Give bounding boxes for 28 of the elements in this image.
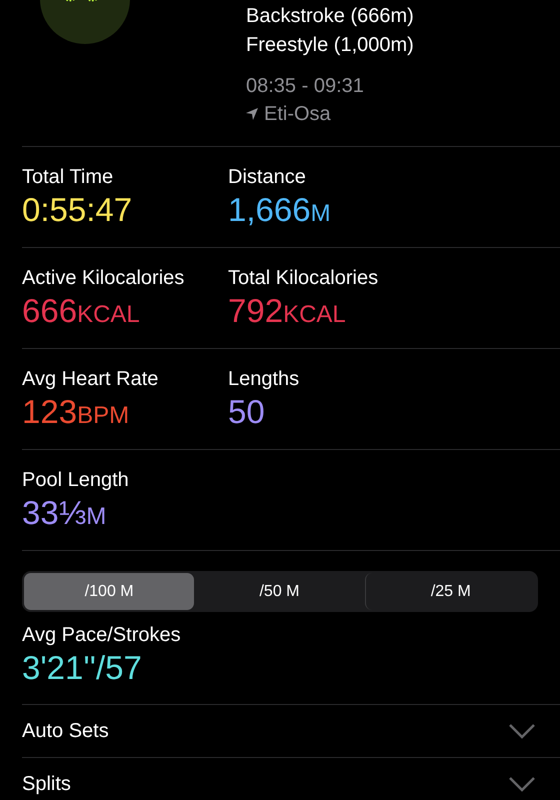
metric-value: 123BPM	[22, 392, 130, 432]
metric-value: 3'21''/57	[22, 648, 142, 688]
metric-value: 1,666M	[228, 190, 331, 230]
metric-label: Pool Length	[22, 468, 129, 493]
section-row[interactable]: Auto Sets	[22, 705, 560, 758]
metric-label: Distance	[228, 165, 306, 190]
metric-label: Avg Heart Rate	[22, 367, 158, 392]
stroke-summary: Freestyle (1,000m)	[246, 33, 414, 58]
stroke-summary: Backstroke (666m)	[246, 4, 414, 29]
location-arrow-icon	[246, 108, 258, 120]
metric-label: Total Time	[22, 165, 114, 190]
metric-label: Lengths	[228, 367, 300, 392]
segment-tab[interactable]: /50 M	[194, 573, 365, 610]
section-title: Splits	[22, 772, 71, 797]
section-title: Auto Sets	[22, 719, 109, 744]
segment-tab[interactable]: /100 M	[24, 573, 194, 610]
time-range: 08:35 - 09:31	[246, 74, 365, 99]
metric-value: 792KCAL	[228, 291, 346, 331]
metric-label: Active Kilocalories	[22, 266, 184, 291]
metric-value: 0:55:47	[22, 190, 132, 230]
segment-tab[interactable]: /25 M	[364, 573, 536, 610]
metric-value: 50	[228, 392, 265, 432]
metric-label: Total Kilocalories	[228, 266, 378, 291]
location: Eti-Osa	[264, 102, 331, 127]
metric-label: Avg Pace/Strokes	[22, 623, 181, 648]
metric-value: 666KCAL	[22, 291, 140, 331]
metric-value: 33⅓M	[22, 493, 106, 533]
section-row[interactable]: Splits	[22, 758, 560, 800]
